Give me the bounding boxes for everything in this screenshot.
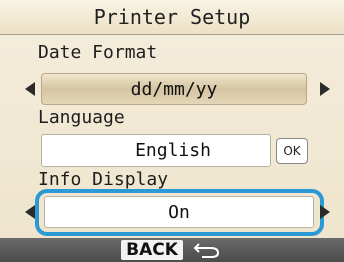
language-label: Language — [38, 107, 125, 128]
printer-setup-screen: Printer Setup Date Format dd/mm/yy Langu… — [0, 0, 344, 262]
back-button[interactable]: BACK — [121, 240, 183, 260]
bottom-bar: BACK — [0, 238, 344, 262]
date-format-value[interactable]: dd/mm/yy — [41, 73, 307, 105]
language-value[interactable]: English — [41, 134, 271, 167]
date-format-left-arrow-icon[interactable] — [25, 82, 35, 96]
info-display-left-arrow-icon[interactable] — [25, 205, 35, 219]
ok-button[interactable]: OK — [276, 138, 308, 164]
date-format-label: Date Format — [38, 42, 158, 63]
info-display-value[interactable]: On — [44, 196, 314, 228]
return-arrow-icon[interactable] — [193, 241, 223, 259]
date-format-right-arrow-icon[interactable] — [320, 82, 330, 96]
screen-title: Printer Setup — [0, 0, 344, 35]
info-display-label: Info Display — [38, 169, 169, 190]
info-display-right-arrow-icon[interactable] — [320, 205, 330, 219]
